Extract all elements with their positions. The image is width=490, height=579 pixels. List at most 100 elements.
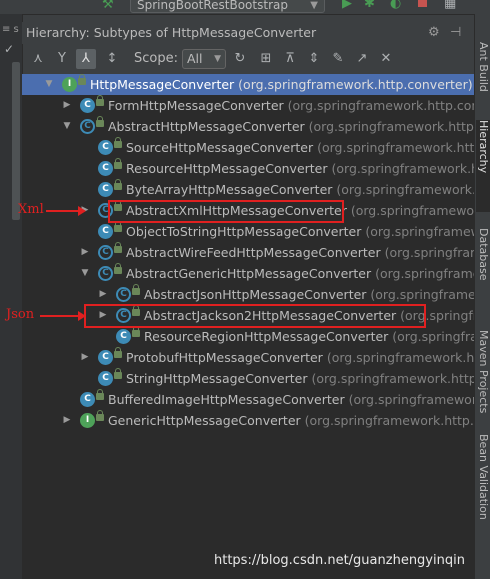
tree-row[interactable]: ▶ C FormHttpMessageConverter (org.springfr…	[22, 95, 474, 116]
class-name: BufferedImageHttpMessageConverter	[108, 392, 345, 407]
tree-row[interactable]: ▶ C AbstractWireFeedHttpMessageConverter (…	[22, 242, 474, 263]
class-name: AbstractJsonHttpMessageConverter	[144, 287, 367, 302]
tab-hierarchy[interactable]: Hierarchy	[476, 120, 490, 212]
editor-scrollbar[interactable]	[12, 62, 20, 220]
public-lock-icon	[114, 263, 122, 274]
tree-row[interactable]: ▼ I HttpMessageConverter (org.springframew…	[22, 74, 474, 95]
package-name: (org.springframework.http.converter.x	[317, 140, 474, 155]
gutter-check-icon: ✓	[4, 42, 15, 56]
chevron-down-icon[interactable]: ▼	[80, 263, 90, 284]
chevron-right-icon[interactable]: ▶	[80, 242, 90, 263]
chevron-right-icon[interactable]: ▶	[98, 284, 108, 305]
package-name: (org.springframework.http.co	[331, 161, 475, 176]
tab-database[interactable]: Database	[476, 228, 490, 281]
public-lock-icon	[114, 242, 122, 253]
class-name: AbstractWireFeedHttpMessageConverter	[126, 245, 381, 260]
chevron-right-icon[interactable]: ▶	[62, 410, 72, 431]
stop-icon[interactable]	[418, 0, 427, 7]
subtypes-icon[interactable]: ⅄	[76, 49, 96, 69]
tree-row[interactable]: C StringHttpMessageConverter (org.springf…	[22, 368, 474, 389]
sort-icon[interactable]: ↕	[102, 49, 122, 69]
supertypes-icon[interactable]: Y	[52, 49, 72, 69]
class-name: ObjectToStringHttpMessageConverter	[126, 224, 362, 239]
public-lock-icon	[96, 95, 104, 106]
pin-icon[interactable]: ✎	[328, 49, 348, 69]
package-name: (org.springframework.http.conve	[311, 371, 474, 386]
annotation-json-box	[84, 304, 426, 328]
tree-row[interactable]: ▼ C AbstractGenericHttpMessageConverter (o…	[22, 263, 474, 284]
tree-row[interactable]: C ObjectToStringHttpMessageConverter (org…	[22, 221, 474, 242]
class-icon: C	[80, 392, 95, 407]
tree-row-label: StringHttpMessageConverter (org.springfr…	[126, 368, 474, 389]
class-name: AbstractHttpMessageConverter	[108, 119, 305, 134]
hammer-icon[interactable]: ⚒	[102, 0, 114, 12]
refresh-icon[interactable]: ↻	[230, 49, 250, 69]
public-lock-icon	[114, 179, 122, 190]
interface-icon: I	[80, 413, 95, 428]
public-lock-icon	[114, 347, 122, 358]
type-hierarchy-icon[interactable]: ⋏	[28, 49, 48, 69]
class-name: ResourceHttpMessageConverter	[126, 161, 328, 176]
tree-row-label: ResourceHttpMessageConverter (org.spring…	[126, 158, 474, 179]
run-config-select[interactable]: SpringBootRestBootstrap ▼	[130, 0, 325, 13]
hierarchy-title: Hierarchy: Subtypes of HttpMessageConver…	[26, 25, 317, 40]
abstract-class-icon: C	[98, 245, 113, 260]
interface-icon: I	[62, 77, 77, 92]
class-icon: C	[98, 371, 113, 386]
chevron-right-icon[interactable]: ▶	[62, 95, 72, 116]
autoscroll-icon[interactable]: ⇕	[304, 49, 324, 69]
public-lock-icon	[114, 158, 122, 169]
package-name: (org.springframework.http.converter)	[238, 77, 473, 92]
package-name: (org.springframework.http.con	[348, 392, 474, 407]
class-name: GenericHttpMessageConverter	[108, 413, 301, 428]
public-lock-icon	[96, 389, 104, 400]
package-name: (org.springframework.http.	[365, 224, 474, 239]
abstract-class-icon: C	[98, 266, 113, 281]
chevron-right-icon[interactable]: ▶	[80, 347, 90, 368]
tab-maven-projects[interactable]: Maven Projects	[476, 330, 490, 413]
close-icon[interactable]: ✕	[376, 49, 396, 69]
annotation-xml-label: Xml	[18, 202, 44, 217]
public-lock-icon	[114, 368, 122, 379]
scope-select[interactable]: All ▼	[182, 49, 226, 69]
settings-icon[interactable]: ▦	[444, 0, 456, 11]
package-name: (org.springframework.http	[375, 266, 474, 281]
class-name: StringHttpMessageConverter	[126, 371, 308, 386]
package-name: (org.springframework.http.converter)	[308, 119, 474, 134]
tree-row[interactable]: C ResourceRegionHttpMessageConverter (org…	[22, 326, 474, 347]
tree-row[interactable]: C BufferedImageHttpMessageConverter (org.…	[22, 389, 474, 410]
annotation-xml-arrowhead	[78, 206, 86, 216]
tree-row[interactable]: ▼ C AbstractHttpMessageConverter (org.spri…	[22, 116, 474, 137]
tree-row-label: ResourceRegionHttpMessageConverter (org.…	[144, 326, 474, 347]
run-icon[interactable]: ▶	[342, 0, 352, 11]
coverage-icon[interactable]: ◐	[390, 0, 401, 11]
collapse-all-icon[interactable]: ⊼	[280, 49, 300, 69]
tree-row[interactable]: ▶ C AbstractJsonHttpMessageConverter (org.…	[22, 284, 474, 305]
annotation-json-arrow	[40, 315, 80, 317]
tree-row-label: AbstractWireFeedHttpMessageConverter (or…	[126, 242, 474, 263]
public-lock-icon	[132, 284, 140, 295]
class-name: AbstractGenericHttpMessageConverter	[126, 266, 372, 281]
tree-row[interactable]: C ResourceHttpMessageConverter (org.sprin…	[22, 158, 474, 179]
tree-row[interactable]: ▶ C ProtobufHttpMessageConverter (org.spri…	[22, 347, 474, 368]
scope-label: Scope:	[134, 51, 178, 66]
class-icon: C	[98, 350, 113, 365]
abstract-class-icon: C	[80, 119, 95, 134]
class-name: FormHttpMessageConverter	[108, 98, 284, 113]
abstract-class-icon: C	[116, 287, 131, 302]
public-lock-icon	[114, 221, 122, 232]
gear-icon[interactable]: ⚙	[428, 22, 440, 44]
debug-icon[interactable]: ✱	[364, 0, 375, 11]
hide-panel-icon[interactable]: ⊣	[450, 22, 461, 44]
tree-row[interactable]: C SourceHttpMessageConverter (org.springf…	[22, 137, 474, 158]
tab-bean-validation[interactable]: Bean Validation	[476, 434, 490, 520]
chevron-down-icon[interactable]: ▼	[44, 74, 54, 95]
tree-row[interactable]: C ByteArrayHttpMessageConverter (org.spri…	[22, 179, 474, 200]
expand-all-icon[interactable]: ⊞	[256, 49, 276, 69]
export-icon[interactable]: ↗	[352, 49, 372, 69]
tab-ant-build[interactable]: Ant Build	[476, 42, 490, 92]
package-name: (org.springframework.http	[384, 245, 474, 260]
class-icon: C	[80, 98, 95, 113]
tree-row[interactable]: ▶ I GenericHttpMessageConverter (org.sprin…	[22, 410, 474, 431]
chevron-down-icon[interactable]: ▼	[62, 116, 72, 137]
